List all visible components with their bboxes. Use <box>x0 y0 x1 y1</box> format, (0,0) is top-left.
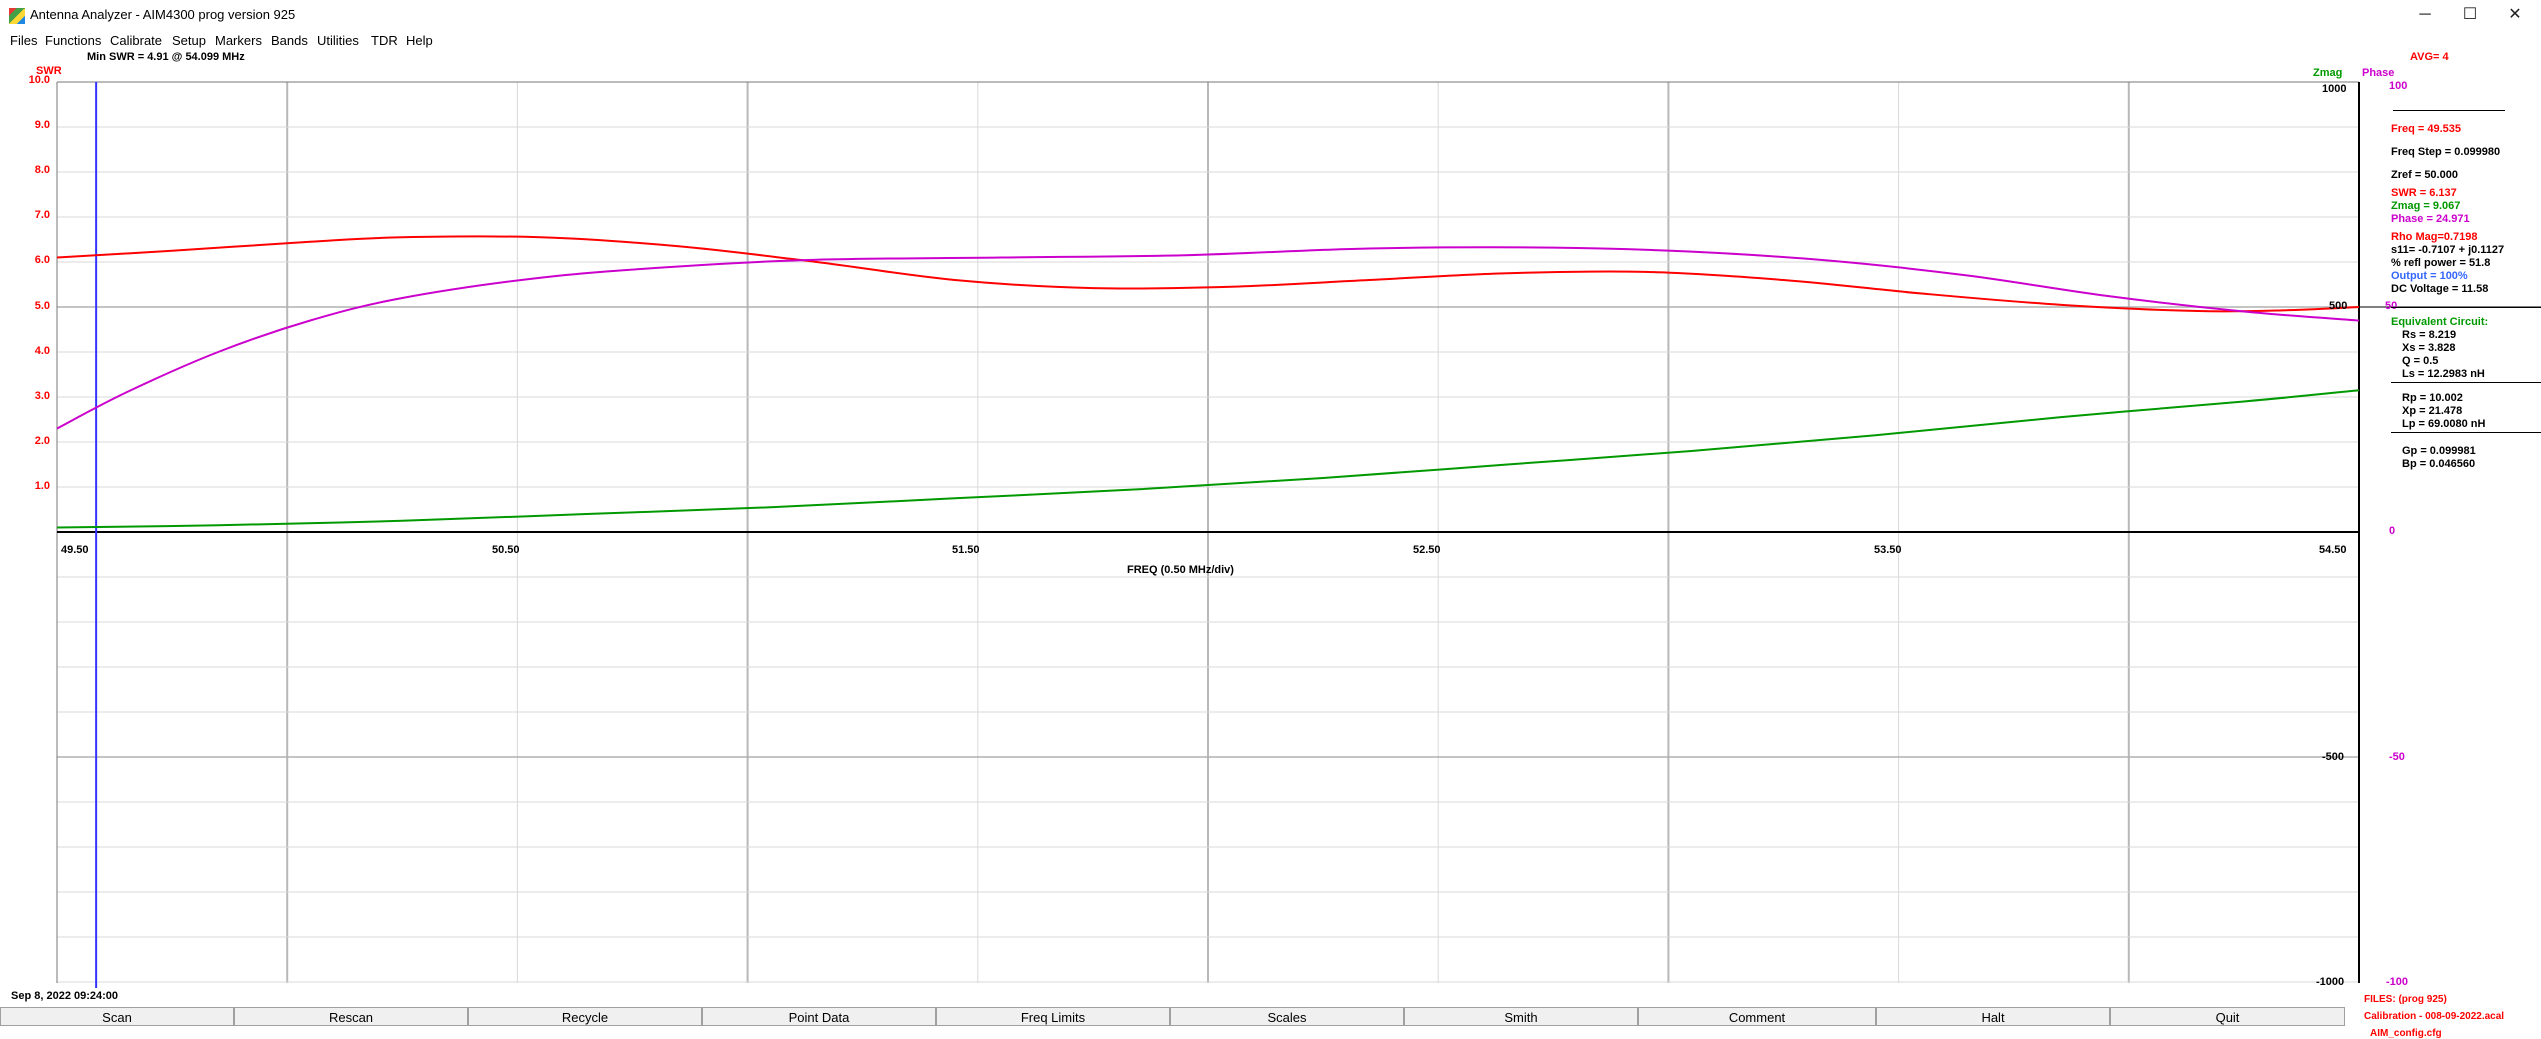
avg-readout: AVG= 4 <box>2410 51 2449 63</box>
rho-mag-readout: Rho Mag=0.7198 <box>2391 231 2478 243</box>
rescan-button[interactable]: Rescan <box>234 1007 468 1026</box>
zmag-tick: 1000 <box>2322 83 2347 95</box>
timestamp: Sep 8, 2022 09:24:00 <box>11 990 119 1002</box>
calibration-status: Calibration - 008-09-2022.acal <box>2364 1011 2505 1022</box>
panel-divider <box>2391 432 2541 433</box>
zmag-tick: -500 <box>2322 751 2345 763</box>
x-tick: 49.50 <box>61 544 89 556</box>
files-status: FILES: (prog 925) <box>2364 994 2447 1005</box>
scan-button[interactable]: Scan <box>0 1007 234 1026</box>
point-data-button[interactable]: Point Data <box>702 1007 936 1026</box>
swr-tick: 8.0 <box>34 164 50 176</box>
swr-tick: 7.0 <box>34 209 50 221</box>
xp-readout: Xp = 21.478 <box>2402 405 2463 417</box>
smith-button[interactable]: Smith <box>1404 1007 1638 1026</box>
phase-readout: Phase = 24.971 <box>2391 213 2470 225</box>
x-axis-label: FREQ (0.50 MHz/div) <box>1127 564 1234 576</box>
output-readout: Output = 100% <box>2391 270 2468 282</box>
swr-tick: 10.0 <box>28 74 50 86</box>
q-readout: Q = 0.5 <box>2402 355 2439 367</box>
phase-tick: 50 <box>2385 300 2398 312</box>
x-tick: 53.50 <box>1874 544 1902 556</box>
zmag-tick: -1000 <box>2316 976 2345 988</box>
phase-tick: 0 <box>2389 525 2396 537</box>
x-tick: 51.50 <box>952 544 980 556</box>
freq-readout: Freq = 49.535 <box>2391 123 2462 135</box>
rp-readout: Rp = 10.002 <box>2402 392 2463 404</box>
equivalent-circuit-title: Equivalent Circuit: <box>2391 316 2489 328</box>
zmag-readout: Zmag = 9.067 <box>2391 200 2461 212</box>
min-swr-readout: Min SWR = 4.91 @ 54.099 MHz <box>87 51 245 63</box>
swr-tick: 9.0 <box>34 119 50 131</box>
chart-grid <box>56 81 2541 983</box>
zref-readout: Zref = 50.000 <box>2391 169 2458 181</box>
x-tick: 52.50 <box>1413 544 1441 556</box>
x-tick: 50.50 <box>492 544 520 556</box>
swr-tick: 1.0 <box>34 480 50 492</box>
dc-voltage-readout: DC Voltage = 11.58 <box>2391 283 2489 295</box>
ls-readout: Ls = 12.2983 nH <box>2402 368 2485 380</box>
swr-tick: 6.0 <box>34 254 50 266</box>
rs-readout: Rs = 8.219 <box>2402 329 2457 341</box>
comment-button[interactable]: Comment <box>1638 1007 1876 1026</box>
swr-readout: SWR = 6.137 <box>2391 187 2457 199</box>
bp-readout: Bp = 0.046560 <box>2402 458 2476 470</box>
zmag-axis-label: Zmag <box>2313 67 2343 79</box>
phase-tick: -50 <box>2389 751 2405 763</box>
gp-readout: Gp = 0.099981 <box>2402 445 2476 457</box>
s11-readout: s11= -0.7107 + j0.1127 <box>2391 244 2505 256</box>
refl-power-readout: % refl power = 51.8 <box>2391 257 2491 269</box>
panel-divider <box>2391 307 2541 308</box>
swr-tick: 4.0 <box>34 345 50 357</box>
freq-limits-button[interactable]: Freq Limits <box>936 1007 1170 1026</box>
lp-readout: Lp = 69.0080 nH <box>2402 418 2486 430</box>
phase-axis-label: Phase <box>2362 67 2395 79</box>
quit-button[interactable]: Quit <box>2110 1007 2345 1026</box>
xs-readout: Xs = 3.828 <box>2402 342 2456 354</box>
swr-tick: 5.0 <box>34 300 50 312</box>
recycle-button[interactable]: Recycle <box>468 1007 702 1026</box>
panel-divider <box>2393 110 2505 111</box>
freq-step-readout: Freq Step = 0.099980 <box>2391 146 2501 158</box>
scales-button[interactable]: Scales <box>1170 1007 1404 1026</box>
phase-tick: 100 <box>2389 80 2408 92</box>
sweep-chart[interactable] <box>0 0 2541 1038</box>
zmag-tick: 500 <box>2329 300 2348 312</box>
button-bar: Scan Rescan Recycle Point Data Freq Limi… <box>0 1007 2345 1027</box>
swr-tick: 3.0 <box>34 390 50 402</box>
panel-divider <box>2391 382 2541 383</box>
x-tick: 54.50 <box>2319 544 2347 556</box>
halt-button[interactable]: Halt <box>1876 1007 2110 1026</box>
config-status: AIM_config.cfg <box>2370 1028 2442 1039</box>
swr-tick: 2.0 <box>34 435 50 447</box>
phase-tick: -100 <box>2386 976 2409 988</box>
